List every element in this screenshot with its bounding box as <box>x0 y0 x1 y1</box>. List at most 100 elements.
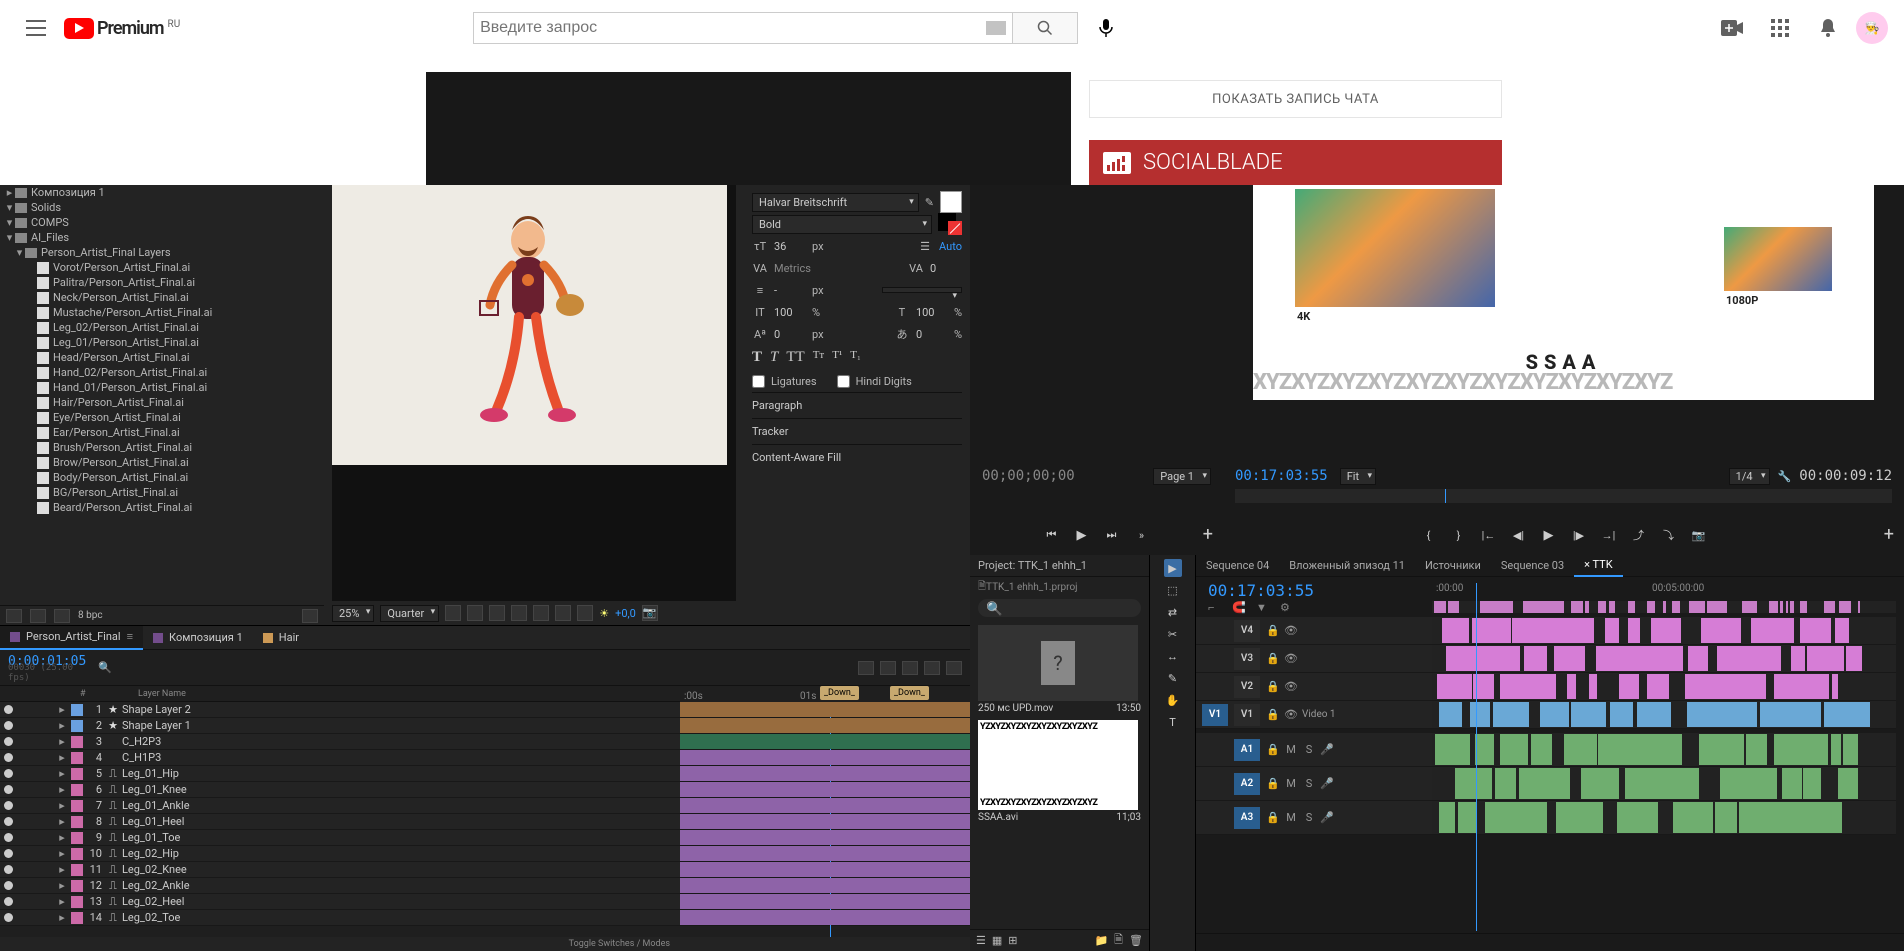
ae-timeline-search-input[interactable] <box>112 660 232 675</box>
ae-project-item[interactable]: Ear/Person_Artist_Final.ai <box>0 425 324 440</box>
ae-project-item[interactable]: Eye/Person_Artist_Final.ai <box>0 410 324 425</box>
hamburger-menu-icon[interactable] <box>16 8 56 48</box>
export-frame-icon[interactable]: 📷 <box>1688 525 1710 545</box>
pr-sequence-tab[interactable]: Sequence 03 <box>1491 555 1574 577</box>
ae-snapshot-icon[interactable]: 📷 <box>642 605 658 621</box>
pr-fit-dropdown[interactable]: Fit <box>1340 468 1376 485</box>
extract-icon[interactable]: ⤵ <box>1658 525 1680 545</box>
pr-scrub-playhead[interactable] <box>1445 489 1446 503</box>
allcaps-button[interactable]: TT <box>786 349 804 366</box>
ae-hindi-checkbox[interactable]: Hindi Digits <box>837 375 912 388</box>
youtube-logo[interactable]: Premium RU <box>64 18 180 39</box>
ae-project-item[interactable]: ▾AI_Files <box>0 230 324 245</box>
ae-fill-swatch[interactable] <box>940 191 962 213</box>
ae-tl-tool-icon[interactable] <box>880 661 896 675</box>
ae-project-item[interactable]: ▾Person_Artist_Final Layers <box>0 245 324 260</box>
socialblade-banner[interactable]: SOCIALBLADE <box>1089 140 1502 185</box>
ae-font-style-dropdown[interactable]: Bold <box>752 215 932 234</box>
pr-project-items[interactable]: 250 мс UPD.mov13:50YZXYZXYZXYZXYZXYZXYZX… <box>970 625 1149 823</box>
ae-tl-tool-icon[interactable] <box>858 661 874 675</box>
pr-video-track-lane[interactable] <box>1432 701 1896 729</box>
ae-viewer-option-icon[interactable] <box>445 605 461 621</box>
ae-viewer-transparency-icon[interactable] <box>555 605 571 621</box>
ae-project-item[interactable]: Hand_02/Person_Artist_Final.ai <box>0 365 324 380</box>
ae-timeline-tracks[interactable] <box>680 702 970 937</box>
step-back-icon[interactable]: ◀| <box>1508 525 1530 545</box>
pr-video-track-lane[interactable] <box>1432 673 1896 701</box>
pr-video-track-header[interactable]: V2🔒👁 <box>1196 673 1432 701</box>
next-frame-icon[interactable]: ⏭ <box>1101 525 1123 545</box>
settings-icon[interactable]: ⚙ <box>1280 601 1296 617</box>
pr-video-track-header[interactable]: V1V1🔒👁Video 1 <box>1196 701 1432 729</box>
ae-paragraph-panel-header[interactable]: Paragraph <box>752 392 962 418</box>
ae-project-item[interactable]: Head/Person_Artist_Final.ai <box>0 350 324 365</box>
ae-proj-interpret-icon[interactable] <box>6 609 22 623</box>
pr-audio-track-header[interactable]: A1🔒MS🎤 <box>1196 733 1432 767</box>
more-icon[interactable]: » <box>1131 525 1153 545</box>
ae-project-item[interactable]: Neck/Person_Artist_Final.ai <box>0 290 324 305</box>
step-fwd-icon[interactable]: |▶ <box>1568 525 1590 545</box>
ae-tl-tool-icon[interactable] <box>924 661 940 675</box>
pr-source-timecode[interactable]: 00;00;00;00 <box>982 468 1075 484</box>
linked-sel-icon[interactable]: 🧲 <box>1232 601 1248 617</box>
ae-viewer-3d-icon[interactable] <box>577 605 593 621</box>
track-select-tool-icon[interactable]: ⬚ <box>1164 581 1182 599</box>
ripple-tool-icon[interactable]: ⇄ <box>1164 603 1182 621</box>
ae-marker[interactable]: _Down_ <box>820 686 859 700</box>
ae-font-size-value[interactable]: 36 <box>774 240 806 253</box>
ae-timeline-tab[interactable]: Hair <box>253 626 309 650</box>
ae-timeline-tab[interactable]: Person_Artist_Final ≡ <box>0 626 143 650</box>
ae-stroke-style-dropdown[interactable] <box>882 287 962 293</box>
pr-project-item[interactable]: YZXYZXYZXYZXYZXYZXYZXYZYZXYZXYZXYZXYZXYZ… <box>978 720 1141 823</box>
mark-in-icon[interactable]: { <box>1418 525 1440 545</box>
add-button-icon[interactable]: + <box>1203 524 1213 545</box>
pr-tracks[interactable]: V4🔒👁V3🔒👁V2🔒👁V1V1🔒👁Video 1A1🔒MS🎤A2🔒MS🎤A3🔒… <box>1196 617 1904 931</box>
subscript-button[interactable]: T₁ <box>850 349 861 366</box>
wrench-icon[interactable]: 🔧 <box>1778 470 1792 483</box>
ae-tl-tool-icon[interactable] <box>946 661 962 675</box>
ae-stroke-value[interactable]: - <box>774 284 806 297</box>
ae-leading-value[interactable]: Auto <box>939 240 962 253</box>
pr-playhead[interactable] <box>1476 583 1477 931</box>
ae-font-family-dropdown[interactable]: Halvar Breitschrift <box>752 193 919 212</box>
ae-project-tree[interactable]: ▸Композиция 1▾Solids▾COMPS▾AI_Files▾Pers… <box>0 185 324 515</box>
new-item-icon[interactable]: 🗎 <box>1114 931 1123 950</box>
ae-viewer-mask-icon[interactable] <box>511 605 527 621</box>
ae-project-item[interactable]: Brush/Person_Artist_Final.ai <box>0 440 324 455</box>
pr-audio-track-lane[interactable] <box>1432 733 1896 767</box>
icon-view-icon[interactable]: ▦ <box>992 934 1002 947</box>
ae-project-item[interactable]: Body/Person_Artist_Final.ai <box>0 470 324 485</box>
ae-proj-comp-icon[interactable] <box>54 609 70 623</box>
pr-sequence-tab[interactable]: × TTK <box>1574 555 1623 577</box>
superscript-button[interactable]: T¹ <box>832 349 842 366</box>
go-out-icon[interactable]: →| <box>1598 525 1620 545</box>
ae-project-item[interactable]: ▾Solids <box>0 200 324 215</box>
selection-tool-icon[interactable]: ▶ <box>1164 559 1182 577</box>
pr-program-timecode[interactable]: 00:17:03:55 <box>1235 468 1328 484</box>
ae-baseline-value[interactable]: 0 <box>774 328 806 341</box>
ae-tsume-value[interactable]: 0 <box>916 328 948 341</box>
pr-sequence-tab[interactable]: Источники <box>1415 555 1491 577</box>
ae-proj-trash-icon[interactable] <box>302 609 318 623</box>
pr-sequence-tab[interactable]: Вложенный эпизод 11 <box>1279 555 1415 577</box>
pr-video-track-lane[interactable] <box>1432 645 1896 673</box>
add-button-icon[interactable]: + <box>1884 524 1894 545</box>
ae-exposure-value[interactable]: +0,0 <box>615 607 636 620</box>
pr-time-ruler[interactable]: :00:00 00:05:00:00 <box>1432 583 1896 603</box>
show-chat-replay-button[interactable]: ПОКАЗАТЬ ЗАПИСЬ ЧАТА <box>1089 80 1502 118</box>
mark-out-icon[interactable]: } <box>1448 525 1470 545</box>
pr-video-track-header[interactable]: V3🔒👁 <box>1196 645 1432 673</box>
ae-project-item[interactable]: Hand_01/Person_Artist_Final.ai <box>0 380 324 395</box>
ae-no-stroke-swatch[interactable] <box>948 221 962 235</box>
pr-video-track-header[interactable]: V4🔒👁 <box>1196 617 1432 645</box>
ae-ligatures-checkbox[interactable]: Ligatures <box>752 375 817 388</box>
ae-proj-folder-icon[interactable] <box>30 609 46 623</box>
ae-timecode[interactable]: 0:00:01:05 00030 (25.00 fps) <box>0 650 90 685</box>
prev-frame-icon[interactable]: ⏮ <box>1041 525 1063 545</box>
keyboard-icon[interactable] <box>986 21 1006 35</box>
type-tool-icon[interactable]: T <box>1164 713 1182 731</box>
ae-viewer-roi-icon[interactable] <box>533 605 549 621</box>
pr-scale-dropdown[interactable]: 1/4 <box>1729 468 1770 485</box>
new-bin-icon[interactable]: 📁 <box>1094 934 1108 947</box>
pr-video-track-lane[interactable] <box>1432 617 1896 645</box>
